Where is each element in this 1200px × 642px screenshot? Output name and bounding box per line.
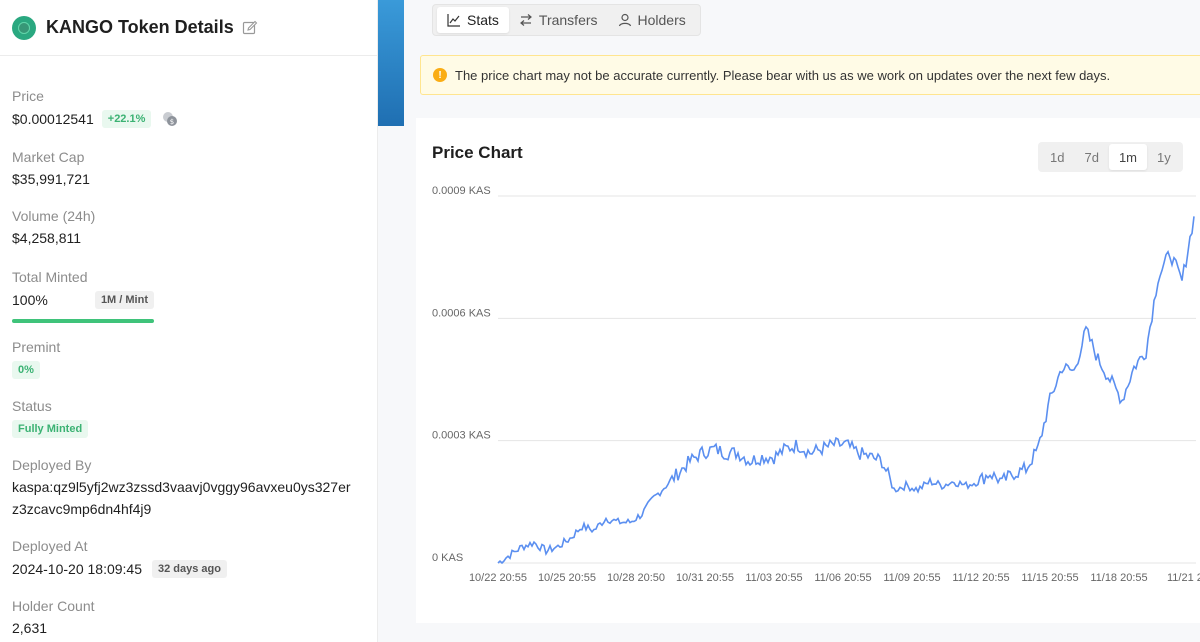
range-selector: 1d 7d 1m 1y: [1038, 142, 1183, 172]
price-chart: 0 KAS 0.0003 KAS 0.0006 KAS 0.0009 KAS 10/22…: [432, 185, 1200, 584]
range-7d[interactable]: 7d: [1074, 144, 1108, 170]
premint-field: Premint 0%: [12, 339, 60, 379]
y-tick-label: 0.0009 KAS: [432, 185, 491, 197]
swap-icon: [519, 14, 532, 26]
x-tick-label: 11/18 20:55: [1090, 572, 1147, 584]
deployed-at-row: 2024-10-20 18:09:45 32 days ago: [12, 560, 227, 578]
x-tick-label: 10/28 20:50: [607, 572, 665, 584]
price-label: Price: [12, 88, 44, 104]
deployed-by-label: Deployed By: [12, 457, 92, 473]
coins-icon[interactable]: $: [161, 110, 179, 128]
warning-text: The price chart may not be accurate curr…: [455, 67, 1111, 83]
market-cap-value: $35,991,721: [12, 171, 90, 187]
tab-stats[interactable]: Stats: [437, 7, 509, 33]
price-change-badge: +22.1%: [101, 110, 152, 128]
price-value: $0.00012541: [12, 111, 94, 127]
status-field: Status Fully Minted: [12, 398, 89, 438]
mint-limit-badge: 1M / Mint: [94, 291, 154, 309]
x-tick-label: 10/22 20:55: [469, 572, 527, 584]
edit-icon[interactable]: [242, 20, 258, 36]
warning-banner: ! The price chart may not be accurate cu…: [420, 55, 1200, 95]
deployed-at-label: Deployed At: [12, 538, 88, 554]
total-minted-value: 100%: [12, 292, 48, 308]
range-1y[interactable]: 1y: [1147, 144, 1181, 170]
volume-field: Volume (24h) $4,258,811: [12, 208, 95, 246]
total-minted-row: 100% 1M / Mint: [12, 291, 154, 309]
tab-transfers[interactable]: Transfers: [509, 7, 608, 33]
deployed-at-value: 2024-10-20 18:09:45: [12, 561, 142, 577]
warning-icon: !: [433, 68, 447, 82]
minted-progress-bar: [12, 319, 154, 323]
range-1d[interactable]: 1d: [1040, 144, 1074, 170]
total-minted-label: Total Minted: [12, 269, 88, 285]
token-details-panel: KANGO Token Details Price $0.00012541 +2…: [0, 0, 378, 642]
volume-value: $4,258,811: [12, 230, 82, 246]
svg-text:$: $: [170, 118, 174, 126]
tab-bar: Stats Transfers Holders: [432, 4, 701, 36]
y-tick-label: 0.0003 KAS: [432, 430, 491, 442]
x-tick-label: 10/31 20:55: [676, 572, 734, 584]
volume-label: Volume (24h): [12, 208, 96, 224]
x-tick-label: 11/06 20:55: [814, 572, 871, 584]
tab-transfers-label: Transfers: [538, 12, 598, 28]
status-row: Fully Minted: [12, 420, 89, 438]
minted-progress-fill: [12, 319, 154, 323]
holder-count-field: Holder Count 2,631: [12, 598, 95, 636]
status-badge: Fully Minted: [12, 420, 89, 438]
page: KANGO Token Details Price $0.00012541 +2…: [0, 0, 1200, 642]
tab-stats-label: Stats: [467, 12, 499, 28]
deployed-by-line2[interactable]: z3zcavc9mp6dn4hf4j9: [12, 501, 351, 517]
deployed-by-line1[interactable]: kaspa:qz9l5yfj2wz3zssd3vaavj0vggy96avxeu…: [12, 479, 351, 495]
x-tick-label: 11/15 20:55: [1021, 572, 1078, 584]
premint-label: Premint: [12, 339, 61, 355]
scroll-accent-strip: [378, 0, 404, 126]
premint-badge: 0%: [12, 361, 40, 379]
page-title: KANGO Token Details: [46, 17, 234, 37]
token-header: KANGO Token Details: [0, 0, 377, 56]
tab-holders[interactable]: Holders: [608, 7, 696, 33]
y-tick-label: 0 KAS: [432, 552, 463, 564]
holder-count-label: Holder Count: [12, 598, 95, 614]
status-label: Status: [12, 398, 52, 414]
y-tick-label: 0.0006 KAS: [432, 307, 491, 319]
price-value-row: $0.00012541 +22.1% $: [12, 110, 179, 128]
deployed-by-field: Deployed By kaspa:qz9l5yfj2wz3zssd3vaavj…: [12, 457, 351, 517]
price-series-line: [497, 216, 1195, 565]
token-logo: [12, 15, 36, 40]
premint-row: 0%: [12, 361, 60, 379]
line-chart-icon: [447, 14, 460, 27]
market-cap-label: Market Cap: [12, 149, 85, 165]
price-field: Price $0.00012541 +22.1% $: [12, 88, 179, 128]
market-cap-field: Market Cap $35,991,721: [12, 149, 90, 187]
deployed-at-field: Deployed At 2024-10-20 18:09:45 32 days …: [12, 538, 227, 578]
range-1m[interactable]: 1m: [1108, 144, 1147, 170]
chart-title: Price Chart: [432, 143, 523, 162]
price-chart-card: Price Chart 1d 7d 1m 1y 0 KAS 0.0003 KAS 0…: [416, 118, 1200, 623]
user-icon: [618, 13, 631, 27]
deployed-ago-badge: 32 days ago: [152, 560, 227, 578]
total-minted-field: Total Minted 100% 1M / Mint: [12, 269, 154, 323]
tab-holders-label: Holders: [637, 12, 686, 28]
x-tick-label: 11/12 20:55: [952, 572, 1009, 584]
holder-count-value: 2,631: [12, 620, 48, 636]
x-tick-label: 10/25 20:55: [538, 572, 596, 584]
x-tick-label: 11/21 20: [1167, 572, 1200, 584]
panel-gutter: [378, 126, 404, 642]
x-tick-label: 11/09 20:55: [883, 572, 940, 584]
main-content: Stats Transfers Holders ! The price char…: [404, 0, 1200, 642]
x-tick-label: 11/03 20:55: [745, 572, 802, 584]
